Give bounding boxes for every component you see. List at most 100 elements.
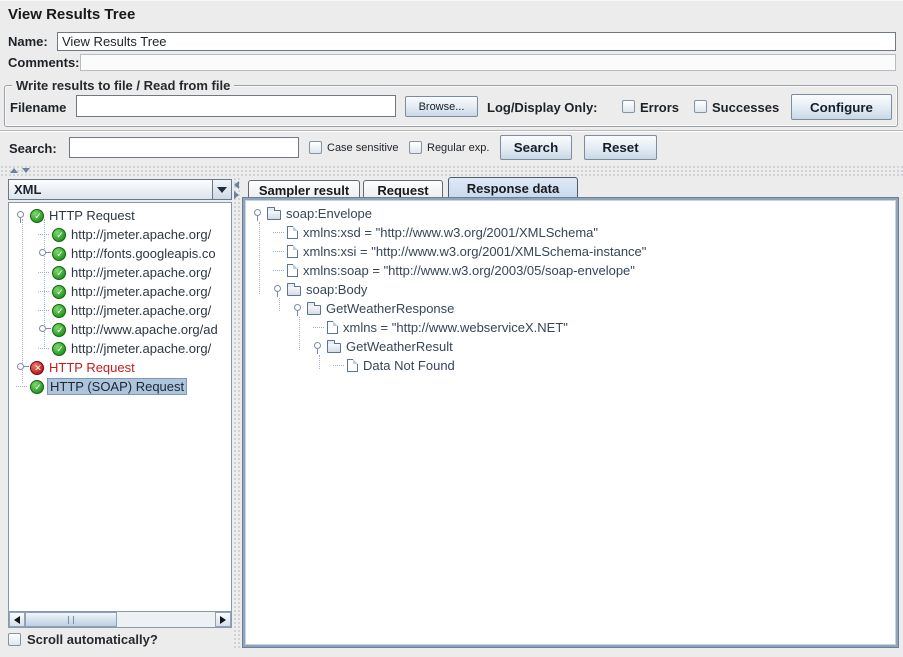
divider (0, 130, 903, 132)
tree-node[interactable]: http://jmeter.apache.org/ (9, 301, 231, 320)
success-icon (52, 266, 66, 280)
splitter-right-icon[interactable] (234, 191, 239, 199)
xml-node[interactable]: Data Not Found (247, 356, 894, 375)
configure-button[interactable]: Configure (791, 94, 892, 120)
error-icon (30, 361, 44, 375)
expand-handle-icon[interactable] (15, 361, 30, 374)
comments-label: Comments: (8, 55, 80, 70)
name-label: Name: (8, 34, 48, 49)
success-icon (52, 228, 66, 242)
scroll-right-button[interactable] (215, 612, 231, 627)
search-label: Search: (9, 141, 57, 156)
comments-field[interactable] (80, 54, 896, 71)
tree-dash (37, 228, 52, 241)
document-icon (327, 321, 338, 334)
tree-dash (312, 321, 327, 334)
tree-dash (272, 245, 287, 258)
renderer-select[interactable]: XML (8, 179, 232, 200)
tree-dash (15, 380, 30, 393)
collapse-handle-icon[interactable] (15, 209, 30, 222)
tree-dash (37, 285, 52, 298)
document-icon (287, 245, 298, 258)
tab-request[interactable]: Request (363, 180, 443, 199)
case-sensitive-checkbox[interactable] (309, 141, 322, 154)
tab-sampler-result[interactable]: Sampler result (248, 180, 360, 199)
xml-node[interactable]: xmlns:xsd = "http://www.w3.org/2001/XMLS… (247, 223, 894, 242)
arrow-right-icon (220, 616, 226, 624)
scroll-automatically-label: Scroll automatically? (27, 632, 158, 647)
xml-node[interactable]: soap:Envelope (247, 204, 894, 223)
browse-button[interactable]: Browse... (405, 96, 478, 117)
combo-arrow-button[interactable] (212, 180, 231, 199)
tree-dash (37, 266, 52, 279)
response-xml-tree: soap:Envelope xmlns:xsd = "http://www.w3… (247, 204, 894, 643)
name-field[interactable] (57, 32, 896, 51)
document-icon (287, 226, 298, 239)
success-icon (52, 304, 66, 318)
scroll-automatically-row: Scroll automatically? (8, 632, 158, 647)
success-icon (52, 342, 66, 356)
tree-node[interactable]: http://jmeter.apache.org/ (9, 282, 231, 301)
xml-node[interactable]: GetWeatherResult (247, 337, 894, 356)
chevron-down-icon (217, 187, 227, 193)
document-icon (287, 264, 298, 277)
tree-dash (37, 342, 52, 355)
success-icon (52, 285, 66, 299)
expand-handle-icon[interactable] (37, 247, 52, 260)
regular-exp-checkbox[interactable] (409, 141, 422, 154)
scroll-left-button[interactable] (9, 612, 25, 627)
horizontal-scrollbar[interactable] (9, 611, 231, 627)
case-sensitive-label: Case sensitive (327, 142, 399, 154)
scrollbar-track[interactable] (25, 612, 215, 627)
splitter-up-icon[interactable] (10, 168, 18, 173)
scrollbar-thumb[interactable] (25, 612, 117, 627)
collapse-handle-icon[interactable] (312, 340, 327, 353)
splitter-vertical[interactable] (233, 177, 242, 649)
splitter-down-icon[interactable] (22, 168, 30, 173)
tree-node[interactable]: http://jmeter.apache.org/ (9, 225, 231, 244)
expand-handle-icon[interactable] (37, 323, 52, 336)
results-tree: HTTP Request http://jmeter.apache.org/ h… (9, 203, 231, 611)
tree-node[interactable]: http://jmeter.apache.org/ (9, 263, 231, 282)
successes-checkbox[interactable] (694, 100, 707, 113)
xml-node[interactable]: soap:Body (247, 280, 894, 299)
regular-exp-label: Regular exp. (427, 142, 489, 154)
collapse-handle-icon[interactable] (252, 207, 267, 220)
response-data-pane: soap:Envelope xmlns:xsd = "http://www.w3… (243, 198, 898, 647)
success-icon (52, 323, 66, 337)
log-display-only-label: Log/Display Only: (487, 100, 598, 115)
filename-field[interactable] (76, 95, 396, 117)
scroll-automatically-checkbox[interactable] (8, 633, 21, 646)
success-icon (30, 380, 44, 394)
arrow-left-icon (14, 616, 20, 624)
xml-node[interactable]: GetWeatherResponse (247, 299, 894, 318)
folder-icon (307, 305, 321, 315)
errors-checkbox[interactable] (622, 100, 635, 113)
page-title: View Results Tree (8, 6, 135, 23)
folder-icon (267, 210, 281, 220)
search-input[interactable] (69, 137, 299, 158)
collapse-handle-icon[interactable] (272, 283, 287, 296)
document-icon (347, 359, 358, 372)
errors-label: Errors (640, 100, 679, 115)
folder-icon (287, 286, 301, 296)
tree-node[interactable]: HTTP Request (9, 358, 231, 377)
collapse-handle-icon[interactable] (292, 302, 307, 315)
reset-button[interactable]: Reset (584, 135, 657, 160)
folder-icon (327, 343, 341, 353)
tree-dash (272, 226, 287, 239)
xml-node[interactable]: xmlns:xsi = "http://www.w3.org/2001/XMLS… (247, 242, 894, 261)
xml-node[interactable]: xmlns = "http://www.webserviceX.NET" (247, 318, 894, 337)
search-button[interactable]: Search (500, 135, 572, 160)
grip-icon (68, 616, 74, 624)
splitter-horizontal[interactable] (0, 165, 903, 177)
tree-node-selected[interactable]: HTTP (SOAP) Request (9, 377, 231, 396)
tab-response-data[interactable]: Response data (448, 177, 578, 199)
splitter-left-icon[interactable] (234, 181, 239, 189)
xml-node[interactable]: xmlns:soap = "http://www.w3.org/2003/05/… (247, 261, 894, 280)
successes-label: Successes (712, 100, 779, 115)
tree-node[interactable]: http://jmeter.apache.org/ (9, 339, 231, 358)
tree-node[interactable]: http://www.apache.org/ad (9, 320, 231, 339)
tree-node[interactable]: HTTP Request (9, 206, 231, 225)
tree-node[interactable]: http://fonts.googleapis.co (9, 244, 231, 263)
